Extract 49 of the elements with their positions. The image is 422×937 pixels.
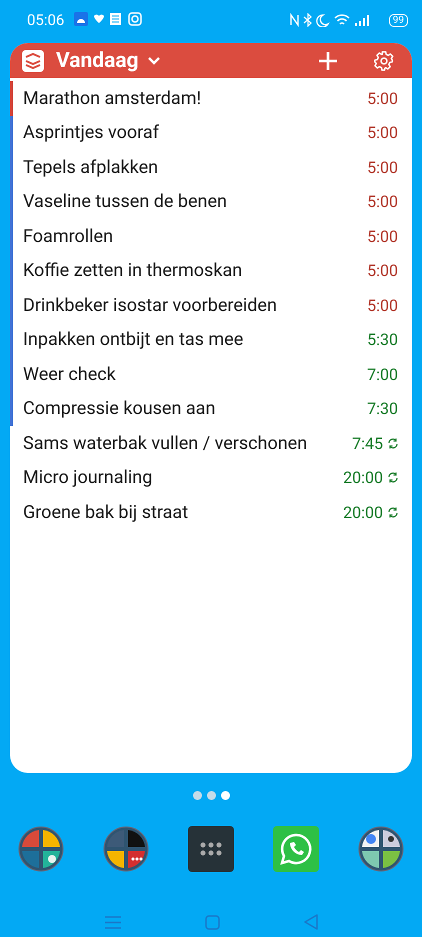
add-icon[interactable] — [318, 50, 338, 70]
task-title[interactable]: Foamrollen — [23, 226, 368, 247]
task-title[interactable]: Asprintjes vooraf — [23, 122, 368, 144]
page-indicator-dot[interactable] — [206, 791, 216, 800]
due-time: 5:00 — [367, 226, 398, 246]
task-title[interactable]: Groene bak bij straat — [23, 502, 344, 523]
app-folder-icon[interactable] — [18, 826, 64, 872]
due-time: 7:00 — [367, 364, 398, 384]
app-drawer-icon[interactable] — [188, 826, 234, 872]
due-time: 20:00 — [343, 502, 383, 522]
app-folder-icon[interactable] — [103, 826, 149, 872]
page-indicator-dot[interactable] — [192, 791, 202, 800]
task-title[interactable]: Compressie kousen aan — [23, 398, 368, 420]
chat-phone-icon[interactable] — [273, 826, 319, 872]
battery-indicator: 99 — [388, 14, 408, 26]
task-title[interactable]: Tepels afplakken — [23, 156, 368, 178]
task-title[interactable]: Inpakken ontbijt en tas mee — [23, 329, 368, 350]
task-title[interactable]: Weer check — [23, 364, 368, 385]
bluetooth-icon — [303, 13, 312, 27]
task-title[interactable]: Micro journaling — [23, 467, 344, 488]
status-time: 05:06 — [27, 11, 64, 29]
stacked-layers-icon[interactable] — [22, 50, 44, 72]
chevron-down-icon — [148, 56, 160, 64]
task-title[interactable]: Marathon amsterdam! — [23, 88, 368, 109]
moon-icon — [316, 14, 328, 27]
due-time: 5:00 — [367, 158, 398, 177]
due-time: 7:30 — [367, 399, 398, 418]
due-time: 5:00 — [367, 123, 398, 142]
document-icon — [110, 12, 122, 24]
due-time: 5:00 — [367, 296, 398, 315]
project-dropdown[interactable]: Vandaag — [52, 48, 164, 72]
settings-icon[interactable] — [374, 50, 394, 70]
task-title[interactable]: Drinkbeker isostar voorbereiden — [23, 294, 368, 316]
due-time: 20:00 — [343, 468, 383, 488]
task-title[interactable]: Sams waterbak vullen / verschonen — [23, 432, 352, 454]
task-title[interactable]: Vaseline tussen de benen — [23, 191, 368, 212]
task-title[interactable]: Koffie zetten in thermoskan — [23, 260, 368, 282]
page-indicator-dot[interactable] — [220, 791, 230, 800]
camera-icon — [128, 12, 142, 26]
due-time: 5:30 — [367, 330, 398, 350]
due-time: 5:00 — [367, 261, 398, 280]
due-time: 7:45 — [352, 434, 383, 453]
due-time: 5:00 — [367, 192, 398, 212]
app-folder-icon[interactable] — [358, 826, 404, 872]
signal-icon — [354, 15, 369, 26]
heart-icon — [94, 14, 104, 22]
nfc-icon — [290, 13, 298, 27]
due-time: 5:00 — [367, 88, 398, 108]
wifi-icon — [334, 14, 350, 25]
